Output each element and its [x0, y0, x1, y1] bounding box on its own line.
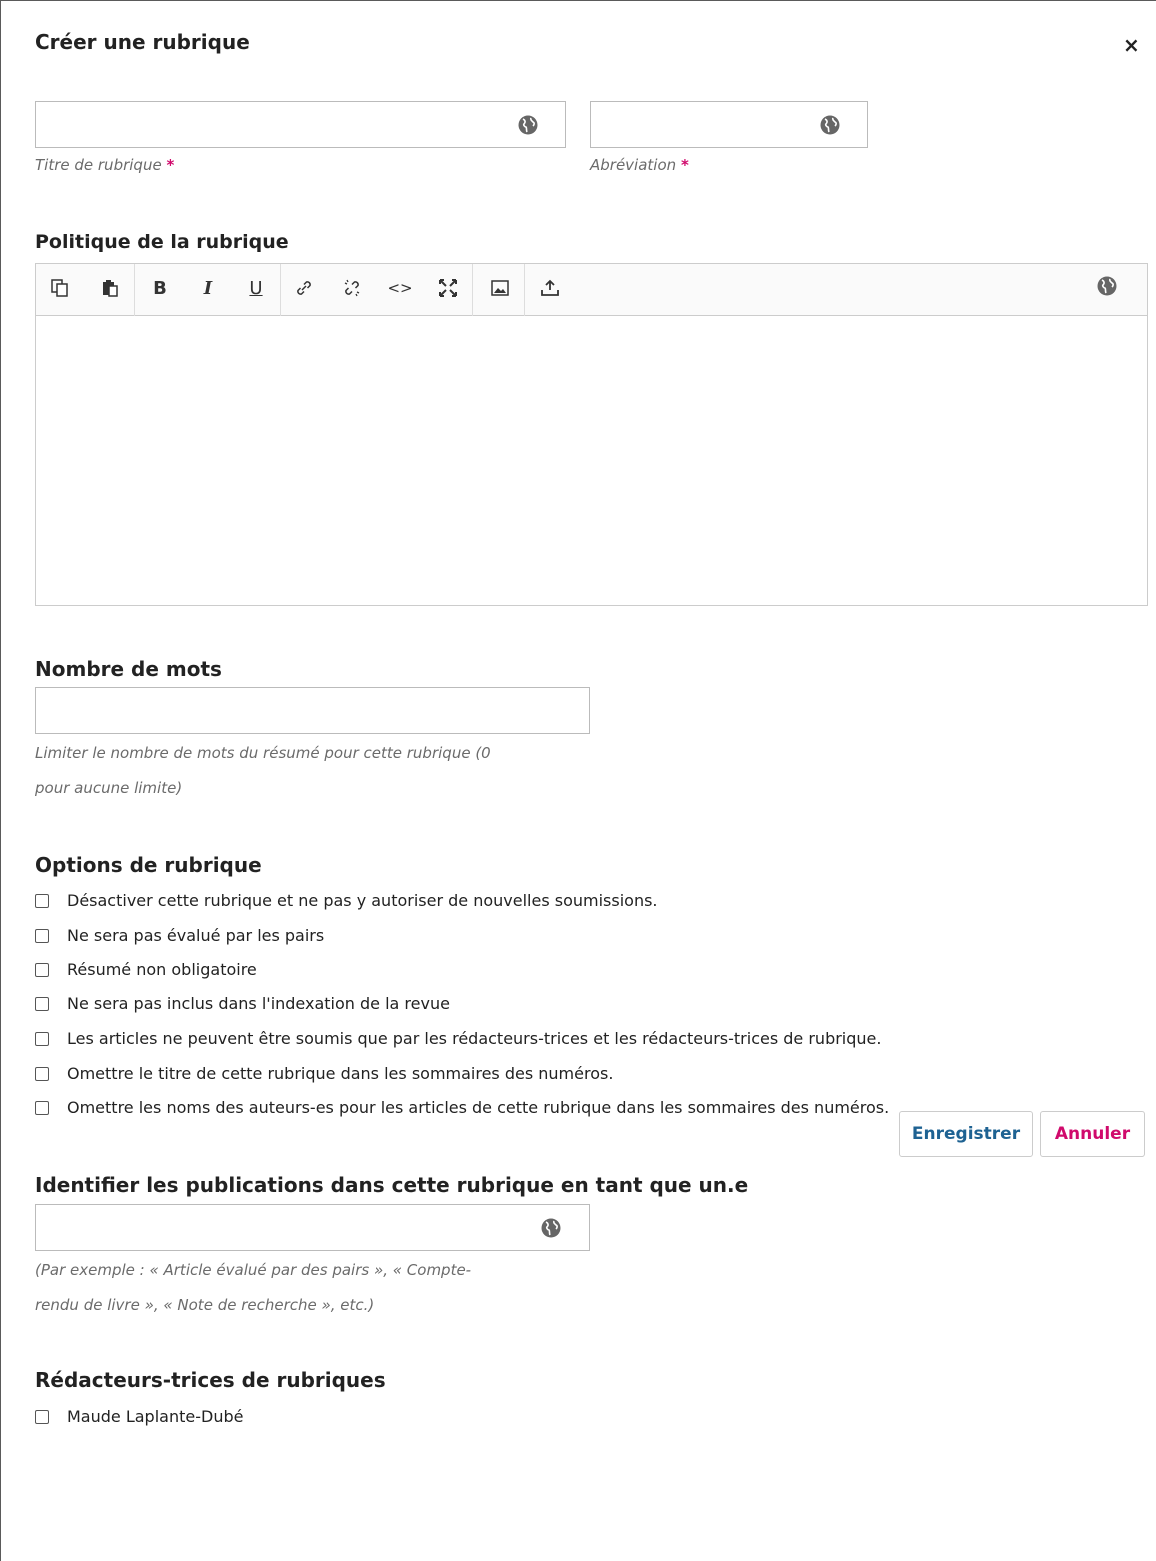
section-title-label: Titre de rubrique *: [35, 156, 174, 174]
underline-icon[interactable]: U: [244, 276, 268, 300]
bold-icon[interactable]: B: [148, 276, 172, 300]
editor-label: Maude Laplante-Dubé: [67, 1407, 244, 1426]
toolbar-separator: [280, 264, 281, 316]
options-title: Options de rubrique: [35, 853, 262, 877]
close-button[interactable]: ×: [1123, 35, 1140, 55]
option-label: Ne sera pas inclus dans l'indexation de …: [67, 994, 450, 1013]
policy-title: Politique de la rubrique: [35, 231, 289, 253]
copy-icon[interactable]: [48, 276, 72, 300]
modal-title: Créer une rubrique: [35, 30, 250, 54]
paste-icon[interactable]: [98, 276, 122, 300]
section-title-input[interactable]: [35, 101, 566, 148]
identify-help: (Par exemple : « Article évalué par des …: [35, 1253, 471, 1323]
editor-checkbox[interactable]: [35, 1409, 49, 1424]
globe-icon[interactable]: [820, 115, 840, 135]
cancel-button[interactable]: Annuler: [1040, 1111, 1145, 1157]
word-count-help-line1: Limiter le nombre de mots du résumé pour…: [35, 744, 491, 762]
editors-title: Rédacteurs-trices de rubriques: [35, 1368, 386, 1392]
option-checkbox[interactable]: [35, 1031, 49, 1046]
toolbar-separator: [524, 264, 525, 316]
save-button[interactable]: Enregistrer: [899, 1111, 1033, 1157]
option-checkbox[interactable]: [35, 996, 49, 1011]
required-mark: *: [680, 156, 689, 174]
option-label: Résumé non obligatoire: [67, 960, 257, 979]
option-checkbox[interactable]: [35, 962, 49, 977]
option-label: Omettre les noms des auteurs-es pour les…: [67, 1098, 890, 1117]
option-label: Omettre le titre de cette rubrique dans …: [67, 1064, 614, 1083]
identify-input[interactable]: [35, 1204, 590, 1251]
abbreviation-label-text: Abréviation: [590, 156, 677, 174]
option-item: Omettre le titre de cette rubrique dans …: [35, 1064, 613, 1083]
option-item: Omettre les noms des auteurs-es pour les…: [35, 1098, 889, 1117]
code-icon[interactable]: <>: [387, 276, 412, 300]
upload-icon[interactable]: [538, 276, 562, 300]
option-label: Désactiver cette rubrique et ne pas y au…: [67, 891, 658, 910]
option-item: Résumé non obligatoire: [35, 960, 257, 979]
word-count-title: Nombre de mots: [35, 657, 222, 681]
editor-toolbar: B I U <>: [36, 264, 1147, 316]
toolbar-separator: [134, 264, 135, 316]
identify-help-line1: (Par exemple : « Article évalué par des …: [35, 1261, 472, 1279]
required-mark: *: [166, 156, 175, 174]
identify-help-line2: rendu de livre », « Note de recherche »,…: [35, 1296, 375, 1314]
policy-editor: B I U <>: [35, 263, 1148, 606]
link-icon[interactable]: [292, 276, 316, 300]
word-count-help: Limiter le nombre de mots du résumé pour…: [35, 736, 491, 806]
option-item: Désactiver cette rubrique et ne pas y au…: [35, 891, 658, 910]
create-section-modal: Créer une rubrique × Titre de rubrique *…: [0, 0, 1156, 1561]
abbreviation-input[interactable]: [590, 101, 868, 148]
italic-icon[interactable]: I: [196, 276, 220, 300]
word-count-input[interactable]: [35, 687, 590, 734]
word-count-help-line2: pour aucune limite): [35, 779, 183, 797]
option-item: Ne sera pas évalué par les pairs: [35, 926, 324, 945]
globe-icon[interactable]: [518, 115, 538, 135]
option-item: Ne sera pas inclus dans l'indexation de …: [35, 994, 450, 1013]
identify-title: Identifier les publications dans cette r…: [35, 1173, 749, 1197]
toolbar-separator: [472, 264, 473, 316]
fullscreen-icon[interactable]: [436, 276, 460, 300]
image-icon[interactable]: [488, 276, 512, 300]
section-title-label-text: Titre de rubrique: [35, 156, 162, 174]
option-checkbox[interactable]: [35, 893, 49, 908]
abbreviation-label: Abréviation *: [590, 156, 689, 174]
option-label: Ne sera pas évalué par les pairs: [67, 926, 325, 945]
editor-item: Maude Laplante-Dubé: [35, 1407, 243, 1426]
option-label: Les articles ne peuvent être soumis que …: [67, 1029, 882, 1048]
globe-icon[interactable]: [1097, 276, 1117, 296]
unlink-icon[interactable]: [340, 276, 364, 300]
option-checkbox[interactable]: [35, 1066, 49, 1081]
option-item: Les articles ne peuvent être soumis que …: [35, 1029, 881, 1048]
policy-editor-content[interactable]: [36, 317, 1147, 605]
option-checkbox[interactable]: [35, 1100, 49, 1115]
globe-icon[interactable]: [541, 1218, 561, 1238]
option-checkbox[interactable]: [35, 928, 49, 943]
